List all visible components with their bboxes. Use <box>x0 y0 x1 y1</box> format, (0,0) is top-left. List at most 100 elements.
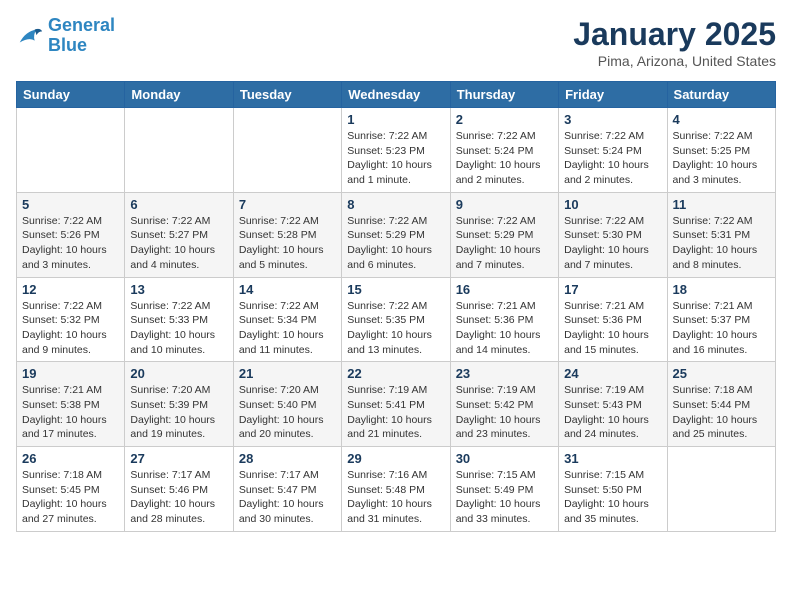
day-number: 19 <box>22 366 119 381</box>
header-thursday: Thursday <box>450 82 558 108</box>
day-number: 3 <box>564 112 661 127</box>
day-info: Sunrise: 7:22 AMSunset: 5:30 PMDaylight:… <box>564 214 661 273</box>
day-cell: 27Sunrise: 7:17 AMSunset: 5:46 PMDayligh… <box>125 447 233 532</box>
day-number: 26 <box>22 451 119 466</box>
day-info: Sunrise: 7:20 AMSunset: 5:40 PMDaylight:… <box>239 383 336 442</box>
day-cell <box>17 108 125 193</box>
day-number: 10 <box>564 197 661 212</box>
day-number: 31 <box>564 451 661 466</box>
day-cell: 24 Sunrise: 7:19 AMSunset: 5:43 PMDayligh… <box>559 362 667 447</box>
day-info: Sunrise: 7:22 AMSunset: 5:35 PMDaylight:… <box>347 299 444 358</box>
day-info: Sunrise: 7:15 AMSunset: 5:50 PMDaylight:… <box>564 468 661 527</box>
day-cell: 26 Sunrise: 7:18 AMSunset: 5:45 PMDayligh… <box>17 447 125 532</box>
day-number: 16 <box>456 282 553 297</box>
day-cell: 22 Sunrise: 7:19 AMSunset: 5:41 PMDayligh… <box>342 362 450 447</box>
day-cell: 30 Sunrise: 7:15 AMSunset: 5:49 PMDayligh… <box>450 447 558 532</box>
header-saturday: Saturday <box>667 82 775 108</box>
calendar-table: SundayMondayTuesdayWednesdayThursdayFrid… <box>16 81 776 532</box>
week-row-1: 5Sunrise: 7:22 AMSunset: 5:26 PMDaylight… <box>17 192 776 277</box>
day-cell: 4 Sunrise: 7:22 AMSunset: 5:25 PMDaylight… <box>667 108 775 193</box>
day-number: 29 <box>347 451 444 466</box>
day-info: Sunrise: 7:21 AMSunset: 5:36 PMDaylight:… <box>456 299 553 358</box>
day-number: 7 <box>239 197 336 212</box>
day-cell: 6Sunrise: 7:22 AMSunset: 5:27 PMDaylight… <box>125 192 233 277</box>
day-number: 9 <box>456 197 553 212</box>
day-info: Sunrise: 7:19 AMSunset: 5:42 PMDaylight:… <box>456 383 553 442</box>
day-info: Sunrise: 7:22 AMSunset: 5:34 PMDaylight:… <box>239 299 336 358</box>
day-number: 8 <box>347 197 444 212</box>
day-info: Sunrise: 7:22 AMSunset: 5:25 PMDaylight:… <box>673 129 770 188</box>
header-sunday: Sunday <box>17 82 125 108</box>
day-cell: 23Sunrise: 7:19 AMSunset: 5:42 PMDayligh… <box>450 362 558 447</box>
day-number: 2 <box>456 112 553 127</box>
header-friday: Friday <box>559 82 667 108</box>
day-cell: 15Sunrise: 7:22 AMSunset: 5:35 PMDayligh… <box>342 277 450 362</box>
day-info: Sunrise: 7:18 AMSunset: 5:44 PMDaylight:… <box>673 383 770 442</box>
day-number: 20 <box>130 366 227 381</box>
day-info: Sunrise: 7:22 AMSunset: 5:26 PMDaylight:… <box>22 214 119 273</box>
day-number: 17 <box>564 282 661 297</box>
day-number: 1 <box>347 112 444 127</box>
calendar-title: January 2025 <box>573 16 776 53</box>
day-info: Sunrise: 7:22 AMSunset: 5:31 PMDaylight:… <box>673 214 770 273</box>
day-cell: 7 Sunrise: 7:22 AMSunset: 5:28 PMDaylight… <box>233 192 341 277</box>
header-tuesday: Tuesday <box>233 82 341 108</box>
day-number: 24 <box>564 366 661 381</box>
day-info: Sunrise: 7:21 AMSunset: 5:37 PMDaylight:… <box>673 299 770 358</box>
day-info: Sunrise: 7:21 AMSunset: 5:38 PMDaylight:… <box>22 383 119 442</box>
day-info: Sunrise: 7:15 AMSunset: 5:49 PMDaylight:… <box>456 468 553 527</box>
day-info: Sunrise: 7:22 AMSunset: 5:27 PMDaylight:… <box>130 214 227 273</box>
day-number: 4 <box>673 112 770 127</box>
day-cell <box>233 108 341 193</box>
day-number: 13 <box>130 282 227 297</box>
day-cell: 21 Sunrise: 7:20 AMSunset: 5:40 PMDayligh… <box>233 362 341 447</box>
logo-icon <box>16 22 44 50</box>
logo: General Blue <box>16 16 115 56</box>
day-info: Sunrise: 7:22 AMSunset: 5:24 PMDaylight:… <box>456 129 553 188</box>
day-info: Sunrise: 7:22 AMSunset: 5:29 PMDaylight:… <box>456 214 553 273</box>
day-number: 22 <box>347 366 444 381</box>
week-row-3: 19 Sunrise: 7:21 AMSunset: 5:38 PMDayligh… <box>17 362 776 447</box>
day-cell: 17Sunrise: 7:21 AMSunset: 5:36 PMDayligh… <box>559 277 667 362</box>
day-info: Sunrise: 7:19 AMSunset: 5:43 PMDaylight:… <box>564 383 661 442</box>
day-info: Sunrise: 7:20 AMSunset: 5:39 PMDaylight:… <box>130 383 227 442</box>
header-row: SundayMondayTuesdayWednesdayThursdayFrid… <box>17 82 776 108</box>
day-cell: 18 Sunrise: 7:21 AMSunset: 5:37 PMDayligh… <box>667 277 775 362</box>
day-info: Sunrise: 7:22 AMSunset: 5:33 PMDaylight:… <box>130 299 227 358</box>
day-cell: 16 Sunrise: 7:21 AMSunset: 5:36 PMDayligh… <box>450 277 558 362</box>
day-info: Sunrise: 7:16 AMSunset: 5:48 PMDaylight:… <box>347 468 444 527</box>
day-info: Sunrise: 7:18 AMSunset: 5:45 PMDaylight:… <box>22 468 119 527</box>
day-number: 18 <box>673 282 770 297</box>
day-cell: 2 Sunrise: 7:22 AMSunset: 5:24 PMDaylight… <box>450 108 558 193</box>
day-cell: 13 Sunrise: 7:22 AMSunset: 5:33 PMDayligh… <box>125 277 233 362</box>
day-cell <box>667 447 775 532</box>
day-cell: 12 Sunrise: 7:22 AMSunset: 5:32 PMDayligh… <box>17 277 125 362</box>
day-number: 21 <box>239 366 336 381</box>
day-cell: 14 Sunrise: 7:22 AMSunset: 5:34 PMDayligh… <box>233 277 341 362</box>
day-info: Sunrise: 7:22 AMSunset: 5:24 PMDaylight:… <box>564 129 661 188</box>
title-block: January 2025 Pima, Arizona, United State… <box>573 16 776 69</box>
page-header: General Blue January 2025 Pima, Arizona,… <box>16 16 776 69</box>
day-cell: 5Sunrise: 7:22 AMSunset: 5:26 PMDaylight… <box>17 192 125 277</box>
day-info: Sunrise: 7:22 AMSunset: 5:32 PMDaylight:… <box>22 299 119 358</box>
day-cell: 11 Sunrise: 7:22 AMSunset: 5:31 PMDayligh… <box>667 192 775 277</box>
day-info: Sunrise: 7:22 AMSunset: 5:29 PMDaylight:… <box>347 214 444 273</box>
day-info: Sunrise: 7:19 AMSunset: 5:41 PMDaylight:… <box>347 383 444 442</box>
day-number: 25 <box>673 366 770 381</box>
day-cell: 25 Sunrise: 7:18 AMSunset: 5:44 PMDayligh… <box>667 362 775 447</box>
day-info: Sunrise: 7:22 AMSunset: 5:28 PMDaylight:… <box>239 214 336 273</box>
day-number: 11 <box>673 197 770 212</box>
day-number: 12 <box>22 282 119 297</box>
week-row-0: 1 Sunrise: 7:22 AMSunset: 5:23 PMDaylight… <box>17 108 776 193</box>
day-info: Sunrise: 7:22 AMSunset: 5:23 PMDaylight:… <box>347 129 444 188</box>
calendar-subtitle: Pima, Arizona, United States <box>573 53 776 69</box>
day-cell: 8 Sunrise: 7:22 AMSunset: 5:29 PMDaylight… <box>342 192 450 277</box>
day-cell: 1 Sunrise: 7:22 AMSunset: 5:23 PMDaylight… <box>342 108 450 193</box>
week-row-2: 12 Sunrise: 7:22 AMSunset: 5:32 PMDayligh… <box>17 277 776 362</box>
logo-line1: General <box>48 15 115 35</box>
day-number: 30 <box>456 451 553 466</box>
logo-line2: Blue <box>48 35 87 55</box>
day-number: 14 <box>239 282 336 297</box>
day-number: 27 <box>130 451 227 466</box>
day-cell <box>125 108 233 193</box>
